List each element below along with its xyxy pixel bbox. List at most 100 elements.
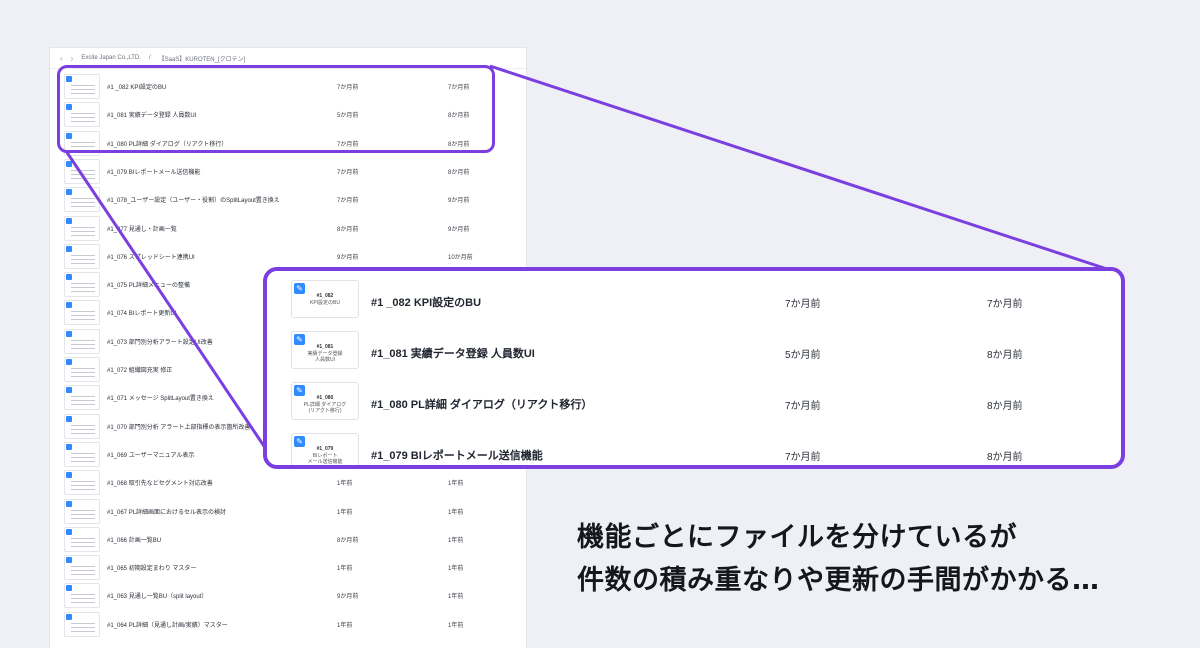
file-row[interactable]: #1_067 PL詳細画面におけるセル表示の検討 1年前 1年前 [50,498,526,527]
thumbnail-text-line [71,177,95,179]
thumbnail-text-line [71,315,95,317]
file-edited: 1年前 [337,566,353,573]
figma-file-icon [66,217,72,224]
thumbnail-subtitle: BIレポート メール送信機能 [292,453,358,465]
thumbnail-text-line [71,226,95,228]
thumbnail-text-line [71,234,95,236]
file-thumbnail [64,611,100,637]
zoom-file-edited: 7か月前 [785,299,821,310]
caption: 機能ごとにファイルを分けているが 件数の積み重なりや更新の手間がかかる… [577,516,1177,602]
figma-file-icon [66,245,72,252]
caption-line-2: 件数の積み重なりや更新の手間がかかる… [577,565,1100,596]
zoom-file-name: #1_080 PL詳細 ダイアログ（リアクト移行） [371,399,593,411]
thumbnail-text-line [71,287,95,289]
file-created: 1年前 [448,594,464,601]
thumbnail-subtitle-line: (リアクト移行) [308,408,342,414]
file-edited: 1年前 [337,622,353,629]
file-created: 1年前 [448,566,464,573]
file-edited: 7か月前 [337,169,359,176]
callout-line-top [489,64,1111,272]
thumbnail-text-line [71,545,95,547]
file-thumbnail [64,328,100,354]
thumbnail-text-line [71,311,95,313]
file-thumbnail [64,498,100,524]
file-row[interactable]: #1_079 BIレポートメール送信機能 7か月前 8か月前 [50,158,526,187]
file-row[interactable]: #1_064 PL詳細（見通し計画/実績）マスター 1年前 1年前 [50,611,526,640]
chevron-left-icon[interactable]: ‹ [60,54,63,63]
thumbnail-text-line [71,198,95,200]
thumbnail-subtitle-line: 人員数UI [314,357,335,363]
file-thumbnail [64,526,100,552]
zoom-file-created: 8か月前 [987,452,1023,463]
file-row[interactable]: #1_077 見通し・計画一覧 8か月前 9か月前 [50,215,526,244]
thumbnail-text-line [71,206,95,208]
file-thumbnail [64,300,100,326]
file-name: #1_070 部門別分析 アラート上部指標の表示箇所改善 [107,424,251,431]
thumbnail-text-line [71,372,95,373]
thumbnail-text-line [71,230,95,232]
thumbnail-text-line [71,428,95,430]
file-thumbnail [64,215,100,241]
thumbnail-text-line [71,517,95,519]
breadcrumb-org[interactable]: Excite Japan Co.,LTD. [81,55,141,61]
thumbnail-text-line [71,319,95,321]
file-row[interactable]: #1_078_ユーザー設定（ユーザー・役割）のSplitLayout置き換え 7か… [50,187,526,215]
thumbnail-text-line [71,481,95,483]
file-created: 9か月前 [448,226,470,233]
zoom-file-row[interactable]: ✎ #1_080 PL詳細 ダイアログ (リアクト移行) #1_080 PL詳細 ダイア… [267,376,1121,427]
zoom-file-name: #1 _082 KPI設定のBU [371,297,482,309]
zoom-file-thumbnail: ✎ #1_079 BIレポート メール送信機能 [291,433,359,465]
thumbnail-text-line [71,254,95,256]
file-thumbnail [64,357,100,382]
thumbnail-text-line [71,283,95,285]
highlight-box-small [57,65,495,153]
file-name: #1_064 PL詳細（見通し計画/実績）マスター [107,622,228,629]
file-name: #1_077 見通し・計画一覧 [107,226,177,233]
file-created: 1年前 [448,537,464,544]
figma-file-icon [66,274,72,281]
zoom-file-created: 8か月前 [987,401,1023,412]
breadcrumb-project[interactable]: 【SaaS】KUROTEN_[クロテン] [159,54,246,63]
thumbnail-text-line [71,368,95,369]
file-row[interactable]: #1_065 初期設定まわり マスター 1年前 1年前 [50,555,526,583]
file-name: #1_065 初期設定まわり マスター [107,566,197,573]
file-row[interactable]: #1_063 見通し一覧BU（split layout） 9か月前 1年前 [50,583,526,611]
zoomed-file-list: ✎ #1_082 KPI設定のBU #1 _082 KPI設定のBU 7か月前 7か月前 ✎… [263,267,1125,469]
zoom-file-row[interactable]: ✎ #1_079 BIレポート メール送信機能 #1_079 BIレポートメール送信機能… [267,427,1121,465]
thumbnail-text-line [71,376,95,377]
thumbnail-text-line [71,460,95,462]
file-name: #1_072 組織図充実 修正 [107,368,173,374]
thumbnail-text-line [71,202,95,204]
file-edited: 8か月前 [337,226,359,233]
thumbnail-text-line [71,432,95,434]
thumbnail-title: #1_082 [316,293,334,299]
thumbnail-text-line [71,626,95,628]
thumbnail-text-line [71,598,95,600]
zoom-file-thumbnail: ✎ #1_080 PL詳細 ダイアログ (リアクト移行) [291,382,359,420]
thumbnail-title: #1_079 [316,446,334,452]
thumbnail-subtitle-line: KPI設定のBU [309,300,340,306]
thumbnail-text-line [71,291,95,293]
file-thumbnail [64,187,100,213]
file-row[interactable]: #1_068 取引先などセグメント対応改善 1年前 1年前 [50,470,526,498]
thumbnail-text-line [71,630,95,632]
zoom-file-edited: 5か月前 [785,350,821,361]
figma-file-icon [66,443,72,450]
zoom-file-name: #1_081 実績データ登録 人員数UI [371,348,535,360]
figma-file-icon [66,557,72,564]
thumbnail-subtitle-line: メール送信機能 [307,459,343,465]
thumbnail-text-line [71,485,95,487]
file-thumbnail [64,441,100,467]
chevron-right-icon[interactable]: › [71,54,74,63]
file-thumbnail [64,470,100,496]
file-name: #1_071 メッセージ SplitLayout置き換え [107,396,214,403]
zoom-file-row[interactable]: ✎ #1_082 KPI設定のBU #1 _082 KPI設定のBU 7か月前 7か月前 [267,274,1121,325]
zoom-file-row[interactable]: ✎ #1_081 実績データ登録 人員数UI #1_081 実績データ登録 人員数UI 5… [267,325,1121,376]
file-thumbnail [64,583,100,609]
thumbnail-text-line [71,594,95,596]
thumbnail-text-line [71,622,95,624]
file-row[interactable]: #1_066 計画一覧BU 8か月前 1年前 [50,526,526,555]
file-name: #1_076 スプレッドシート連携UI [107,254,195,261]
breadcrumb-separator: / [148,55,151,61]
thumbnail-text-line [71,489,95,491]
